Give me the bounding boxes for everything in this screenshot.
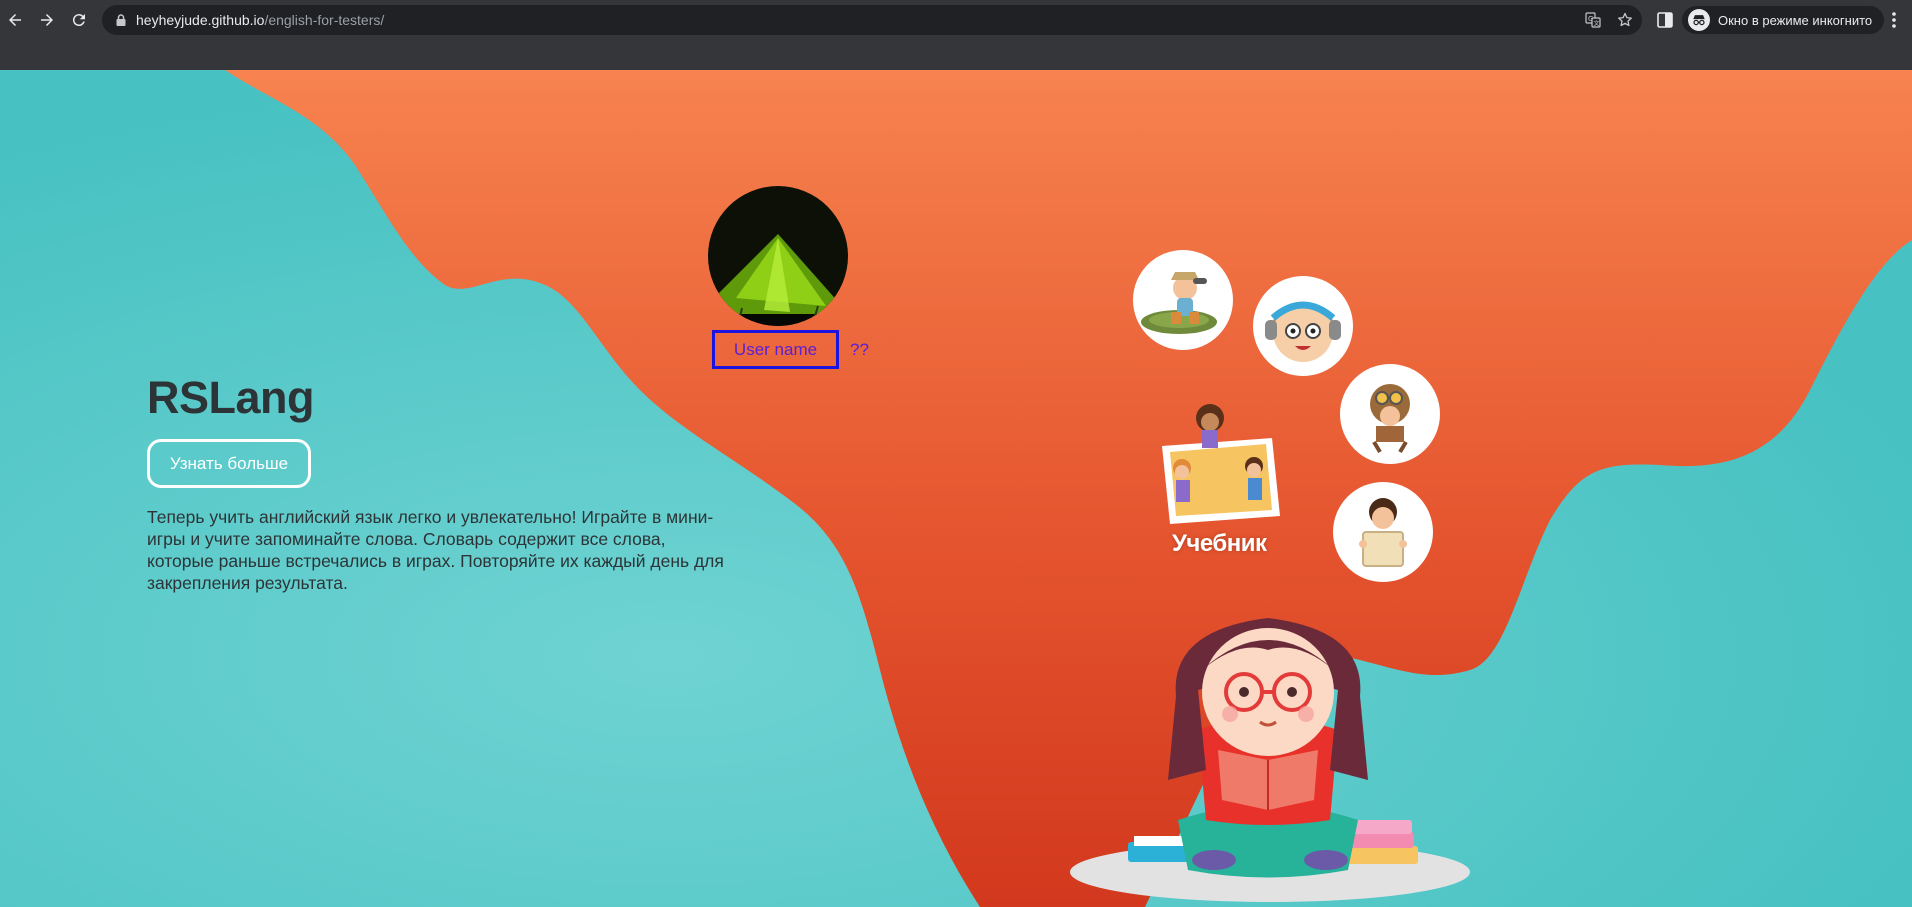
more-menu-icon[interactable] — [1884, 10, 1904, 30]
textbook-icon[interactable] — [1152, 386, 1292, 546]
sign-boy-icon[interactable] — [1333, 482, 1433, 582]
explorer-kid-icon[interactable] — [1133, 250, 1233, 350]
side-panel-icon[interactable] — [1656, 11, 1674, 29]
svg-text:文: 文 — [1594, 20, 1600, 28]
user-avatar[interactable] — [708, 186, 848, 326]
browser-toolbar: heyheyjude.github.io/english-for-testers… — [0, 0, 1912, 40]
back-arrow-icon[interactable] — [3, 8, 27, 32]
url-path: /english-for-testers/ — [264, 12, 385, 28]
incognito-icon — [1688, 9, 1710, 31]
page-title: RSLang — [147, 372, 315, 423]
url-text[interactable]: heyheyjude.github.io/english-for-testers… — [136, 12, 384, 28]
learn-more-button[interactable]: Узнать больше — [147, 439, 311, 488]
translate-icon[interactable]: G 文 — [1585, 12, 1601, 28]
reload-icon[interactable] — [67, 8, 91, 32]
hero-description: Теперь учить английский язык легко и увл… — [147, 507, 724, 593]
lock-icon — [116, 14, 126, 26]
headphones-girl-icon[interactable] — [1253, 276, 1353, 376]
hero-background — [0, 70, 1912, 907]
incognito-indicator[interactable]: Окно в режиме инкогнито — [1682, 6, 1885, 34]
textbook-label[interactable]: Учебник — [1172, 530, 1267, 558]
user-name-button[interactable]: User name — [712, 330, 839, 369]
url-host: heyheyjude.github.io — [136, 12, 265, 28]
bookmark-star-icon[interactable] — [1617, 12, 1633, 28]
incognito-label: Окно в режиме инкогнито — [1718, 12, 1873, 28]
page-viewport: RSLang Узнать больше Теперь учить англий… — [0, 70, 1912, 907]
forward-arrow-icon[interactable] — [35, 8, 59, 32]
browser-chrome: heyheyjude.github.io/english-for-testers… — [0, 0, 1912, 70]
pilot-kid-icon[interactable] — [1340, 364, 1440, 464]
user-extra-text: ?? — [850, 340, 869, 359]
address-bar[interactable]: heyheyjude.github.io/english-for-testers… — [102, 5, 1642, 35]
reading-girl-illustration — [1070, 618, 1470, 902]
